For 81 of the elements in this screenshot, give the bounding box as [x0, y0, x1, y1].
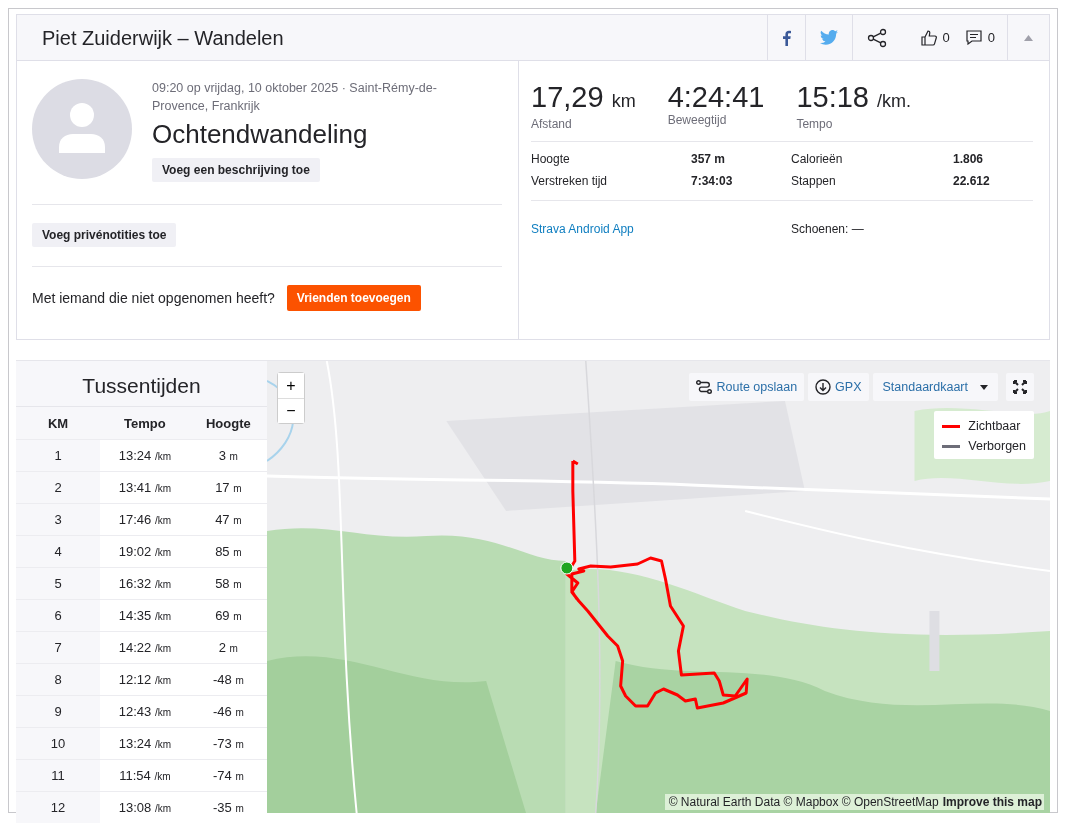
- table-cell: 5: [16, 567, 100, 600]
- facebook-icon: [781, 29, 791, 46]
- table-cell: 12:12 /km: [100, 663, 190, 696]
- table-cell: -73 m: [189, 727, 267, 760]
- stat-label: Beweegtijd: [667, 113, 728, 127]
- comments-button[interactable]: 0: [957, 15, 1007, 60]
- share-icon: [866, 27, 887, 48]
- start-marker: [560, 561, 574, 575]
- detail-value: 357 m: [691, 152, 727, 166]
- table-cell: 14:22 /km: [100, 631, 190, 664]
- legend-label: Zichtbaar: [968, 419, 1021, 433]
- table-cell: -46 m: [189, 695, 267, 728]
- friends-prompt: Met iemand die niet opgenomen heeft?: [32, 290, 275, 306]
- table-cell: 3: [16, 503, 100, 536]
- caret-down-icon: [980, 384, 988, 390]
- improve-map-link[interactable]: Improve this map: [942, 795, 1042, 809]
- route-icon: [696, 380, 713, 394]
- detail-value: 22.612: [953, 174, 991, 188]
- thumbs-up-icon: [920, 29, 937, 46]
- table-cell: 2 m: [189, 631, 267, 664]
- table-cell: 7: [16, 631, 100, 664]
- activity-title: Piet Zuiderwijk – Wandelen: [41, 26, 285, 51]
- legend-label: Verborgen: [968, 439, 1026, 453]
- table-cell: 6: [16, 599, 100, 632]
- table-cell: 85 m: [189, 535, 267, 568]
- table-cell: 9: [16, 695, 100, 728]
- download-icon: [815, 379, 832, 395]
- add-notes-button[interactable]: Voeg privénotities toe: [32, 223, 177, 247]
- table-cell: 13:41 /km: [100, 471, 190, 504]
- detail-label: Calorieën: [791, 152, 844, 166]
- table-cell: 69 m: [189, 599, 267, 632]
- caret-up-icon: [1024, 34, 1033, 41]
- expand-icon: [1013, 380, 1027, 394]
- detail-label: Verstreken tijd: [531, 174, 609, 188]
- stat-value: 17,29 km: [531, 81, 636, 115]
- detail-label: Hoogte: [531, 152, 571, 166]
- device-link[interactable]: Strava Android App: [531, 222, 634, 236]
- comment-icon: [965, 30, 982, 45]
- table-cell: 16:32 /km: [100, 567, 190, 600]
- add-description-button[interactable]: Voeg een beschrijving toe: [152, 158, 320, 182]
- save-route-button[interactable]: Route opslaan: [689, 373, 805, 401]
- detail-value: 7:34:03: [691, 174, 734, 188]
- table-cell: 4: [16, 535, 100, 568]
- gpx-download-button[interactable]: GPX: [808, 373, 869, 401]
- map-style-dropdown[interactable]: Standaardkaart: [872, 373, 998, 401]
- table-cell: 12: [16, 791, 100, 823]
- stat-label: Afstand: [531, 117, 573, 131]
- table-cell: 19:02 /km: [100, 535, 190, 568]
- shoes-text: Schoenen: —: [791, 222, 864, 236]
- table-cell: 1: [16, 439, 100, 472]
- stat-value: 4:24:41: [667, 81, 765, 113]
- activity-meta: 09:20 op vrijdag, 10 oktober 2025 · Saint-Rémy-de-Provence, Frankrijk: [152, 80, 438, 115]
- table-cell: 13:08 /km: [100, 791, 190, 823]
- table-cell: 2: [16, 471, 100, 504]
- map-attribution: © Natural Earth Data © Mapbox © OpenStreetMap: [668, 795, 939, 809]
- table-cell: 47 m: [189, 503, 267, 536]
- table-cell: -48 m: [189, 663, 267, 696]
- table-cell: 17:46 /km: [100, 503, 190, 536]
- zoom-out-button[interactable]: −: [278, 398, 304, 423]
- stat-label: Tempo: [796, 117, 834, 131]
- table-cell: 11: [16, 759, 100, 792]
- activity-name: Ochtendwandeling: [152, 119, 369, 150]
- table-cell: 10: [16, 727, 100, 760]
- table-cell: 13:24 /km: [100, 727, 190, 760]
- table-cell: 8: [16, 663, 100, 696]
- table-cell: 58 m: [189, 567, 267, 600]
- table-cell: 3 m: [189, 439, 267, 472]
- stat-value: 15:18 /km.: [796, 81, 912, 115]
- detail-label: Stappen: [791, 174, 837, 188]
- bird-icon: [819, 30, 838, 45]
- table-cell: -74 m: [189, 759, 267, 792]
- splits-title: Tussentijden: [81, 373, 202, 399]
- kudos-button[interactable]: 0: [900, 15, 958, 60]
- table-cell: 11:54 /km: [100, 759, 190, 792]
- table-cell: 17 m: [189, 471, 267, 504]
- table-cell: 14:35 /km: [100, 599, 190, 632]
- fullscreen-button[interactable]: [1006, 373, 1034, 401]
- detail-value: 1.806: [953, 152, 985, 166]
- table-cell: 12:43 /km: [100, 695, 190, 728]
- avatar-icon: [32, 79, 132, 179]
- table-cell: 13:24 /km: [100, 439, 190, 472]
